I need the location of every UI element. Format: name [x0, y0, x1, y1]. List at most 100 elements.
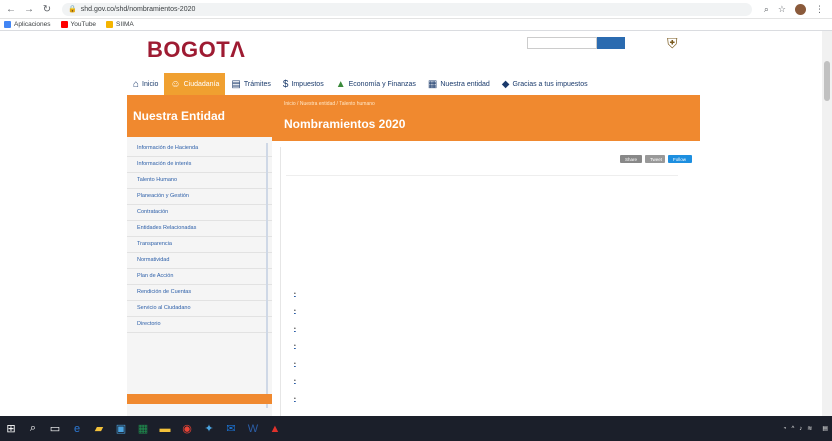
bullet: •: [294, 308, 296, 315]
main-nav: ⌂ Inicio ☺ Ciudadanía ▤ Trámites $ Impue…: [127, 73, 700, 95]
site-logo[interactable]: BOGOTΛ: [147, 37, 245, 63]
pdf-icon[interactable]: ▲: [264, 416, 286, 441]
nav-label: Impuestos: [291, 80, 324, 88]
star-icon[interactable]: ☆: [778, 4, 786, 15]
sidebar-list: Información de Hacienda Información de i…: [127, 137, 272, 333]
nav-label: Ciudadanía: [183, 80, 220, 88]
sidebar-item[interactable]: Plan de Acción: [127, 269, 272, 285]
sidebar-item[interactable]: Contratación: [127, 205, 272, 221]
list-item[interactable]: •: [294, 303, 674, 321]
sidebar-item[interactable]: Directorio: [127, 317, 272, 333]
subheading: [286, 172, 678, 176]
home-icon: ⌂: [133, 78, 140, 90]
sidebar-item[interactable]: Planeación y Gestión: [127, 189, 272, 205]
sidebar-item[interactable]: Información de interés: [127, 157, 272, 173]
sidebar-title: Nuestra Entidad: [127, 95, 272, 137]
search-input[interactable]: [527, 37, 597, 49]
bookmark-youtube[interactable]: YouTube: [60, 21, 97, 28]
network-icon[interactable]: ◔: [783, 426, 787, 432]
back-icon[interactable]: ←: [4, 2, 18, 16]
nav-item-economia[interactable]: ▲ Economía y Finanzas: [330, 73, 422, 95]
browser-toolbar: ← → ↻ 🔒 shd.gov.co/shd/nombramientos-202…: [0, 0, 832, 19]
outlook-icon[interactable]: ✉: [220, 416, 242, 441]
sidebar-divider: [266, 143, 268, 408]
chrome-icon[interactable]: ◉: [176, 416, 198, 441]
bullet: •: [294, 325, 296, 332]
list-item[interactable]: •: [294, 338, 674, 356]
sidebar-item[interactable]: Servicio al Ciudadano: [127, 301, 272, 317]
bookmarks-bar: Aplicaciones YouTube SIIMA: [0, 19, 832, 31]
notification-icon[interactable]: ▤: [822, 425, 828, 432]
nav-item-tramites[interactable]: ▤ Trámites: [225, 73, 276, 95]
app-icon[interactable]: ✦: [198, 416, 220, 441]
store-icon[interactable]: ▣: [110, 416, 132, 441]
sidebar-item[interactable]: Entidades Relacionadas: [127, 221, 272, 237]
document-icon: ▤: [231, 78, 241, 90]
bookmark-label: YouTube: [70, 21, 97, 28]
sidebar-footer-bar: [127, 394, 272, 404]
chevron-up-icon[interactable]: ^: [791, 426, 794, 432]
bullet: •: [294, 343, 296, 350]
appointments-list: • • • • • • •: [294, 285, 674, 408]
word-icon[interactable]: W: [242, 416, 264, 441]
edge-icon[interactable]: e: [66, 416, 88, 441]
avatar[interactable]: [795, 3, 806, 15]
bookmark-siima[interactable]: SIIMA: [106, 21, 134, 28]
bookmark-label: SIIMA: [116, 21, 134, 28]
bookmark-apps[interactable]: Aplicaciones: [4, 21, 51, 28]
wifi-icon[interactable]: ≋: [807, 425, 812, 432]
sidebar-item[interactable]: Transparencia: [127, 237, 272, 253]
nav-label: Trámites: [243, 80, 271, 88]
list-item[interactable]: •: [294, 390, 674, 408]
list-item[interactable]: •: [294, 320, 674, 338]
breadcrumb[interactable]: Inicio / Nuestra entidad / Talento human…: [284, 101, 700, 107]
nav-item-entidad[interactable]: ▦ Nuestra entidad: [422, 73, 496, 95]
follow-button[interactable]: Follow: [668, 155, 692, 163]
bookmark-label: Aplicaciones: [14, 21, 51, 28]
building-icon: ▦: [427, 78, 438, 90]
people-icon: ☺: [170, 78, 181, 90]
list-item[interactable]: •: [294, 373, 674, 391]
volume-icon[interactable]: ♪: [799, 426, 802, 432]
sidebar-item[interactable]: Normatividad: [127, 253, 272, 269]
search-icon[interactable]: ⌕: [764, 4, 769, 15]
nav-item-impuestos[interactable]: $ Impuestos: [277, 73, 330, 95]
share-button[interactable]: Share: [620, 155, 642, 163]
nav-label: Nuestra entidad: [440, 80, 490, 88]
menu-icon[interactable]: ⋮: [815, 4, 824, 15]
nav-item-inicio[interactable]: ⌂ Inicio: [127, 73, 164, 95]
file-explorer-icon[interactable]: ▰: [88, 416, 110, 441]
address-bar[interactable]: 🔒 shd.gov.co/shd/nombramientos-2020: [62, 2, 752, 16]
toolbar-right: ⌕ ☆ ⋮: [764, 3, 824, 15]
forward-icon[interactable]: →: [22, 2, 36, 16]
folder-icon[interactable]: ▬: [154, 416, 176, 441]
site-header: BOGOTΛ ⛨: [127, 31, 700, 73]
task-view-icon[interactable]: ▭: [44, 416, 66, 441]
youtube-icon: [60, 21, 68, 28]
search-icon[interactable]: ⌕: [22, 416, 44, 441]
main-content: Inicio / Nuestra entidad / Talento human…: [272, 95, 700, 416]
windows-start-icon[interactable]: ⊞: [0, 416, 22, 441]
page-scrollbar[interactable]: [822, 31, 832, 416]
content-banner: Inicio / Nuestra entidad / Talento human…: [272, 95, 700, 141]
lock-icon: 🔒: [68, 6, 77, 13]
nav-item-gracias[interactable]: ◆ Gracias a tus impuestos: [496, 73, 594, 95]
scrollbar-thumb[interactable]: [824, 61, 830, 101]
sidebar-item[interactable]: Rendición de Cuentas: [127, 285, 272, 301]
nav-label: Gracias a tus impuestos: [512, 80, 588, 88]
reload-icon[interactable]: ↻: [40, 2, 54, 16]
bag-icon: ◆: [501, 78, 510, 90]
tweet-button[interactable]: Tweet: [645, 155, 665, 163]
folder-icon: [106, 21, 114, 28]
list-item[interactable]: •: [294, 285, 674, 303]
excel-icon[interactable]: ▦: [132, 416, 154, 441]
bullet: •: [294, 290, 296, 297]
bullet: •: [294, 360, 296, 367]
sidebar-item[interactable]: Talento Humano: [127, 173, 272, 189]
nav-item-ciudadania[interactable]: ☺ Ciudadanía: [164, 73, 226, 95]
sidebar-item[interactable]: Información de Hacienda: [127, 141, 272, 157]
list-item[interactable]: •: [294, 355, 674, 373]
bullet: •: [294, 395, 296, 402]
sidebar: Nuestra Entidad Información de Hacienda …: [127, 95, 272, 416]
search-button[interactable]: [597, 37, 625, 49]
